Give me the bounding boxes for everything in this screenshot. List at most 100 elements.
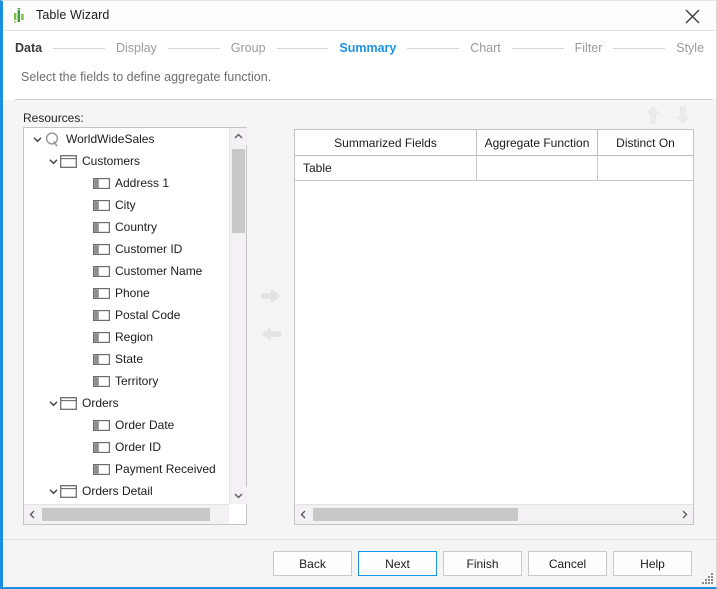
arrow-up-icon bbox=[644, 105, 662, 130]
step-connector bbox=[407, 47, 460, 49]
add-field-button[interactable] bbox=[259, 286, 283, 310]
tree-node-label: Customer ID bbox=[115, 242, 183, 256]
tree-node[interactable]: Order Date bbox=[24, 414, 230, 436]
tree-vertical-scroll-thumb[interactable] bbox=[232, 149, 245, 233]
step-connector bbox=[276, 47, 329, 49]
scroll-right-icon[interactable] bbox=[676, 505, 693, 524]
tree-node[interactable]: Address 1 bbox=[24, 172, 230, 194]
step-style[interactable]: Style bbox=[676, 41, 704, 55]
cell-distinct-on[interactable] bbox=[598, 156, 693, 181]
step-summary[interactable]: Summary bbox=[339, 41, 396, 55]
chevron-down-icon[interactable] bbox=[46, 150, 60, 172]
column-icon bbox=[93, 177, 110, 189]
grid-horizontal-scroll-thumb[interactable] bbox=[313, 508, 518, 521]
tree-node-label: Country bbox=[115, 220, 158, 234]
summary-grid-header: Summarized Fields Aggregate Function Dis… bbox=[295, 130, 693, 156]
back-button[interactable]: Back bbox=[273, 551, 352, 576]
tree-node[interactable]: Customer ID bbox=[24, 238, 230, 260]
arrow-down-icon bbox=[674, 105, 692, 130]
chevron-down-icon[interactable] bbox=[46, 392, 60, 414]
summary-grid-body[interactable]: Table bbox=[295, 156, 693, 504]
resources-label: Resources: bbox=[23, 111, 84, 125]
step-connector bbox=[53, 47, 105, 49]
tree-node-label: Payment Received bbox=[115, 462, 216, 476]
page-subtitle: Select the fields to define aggregate fu… bbox=[21, 70, 272, 84]
tree-node[interactable]: Payment Received bbox=[24, 458, 230, 480]
table-icon bbox=[60, 154, 77, 168]
next-button[interactable]: Next bbox=[358, 551, 437, 576]
resources-tree[interactable]: WorldWideSales Customers Address 1 City Coun… bbox=[24, 128, 230, 504]
resize-grip-icon[interactable] bbox=[700, 571, 714, 585]
tree-node[interactable]: Phone bbox=[24, 282, 230, 304]
tree-node[interactable]: Customer Name bbox=[24, 260, 230, 282]
tree-node-label: Territory bbox=[115, 374, 159, 388]
tree-node-label: Orders Detail bbox=[82, 484, 153, 498]
tree-node-label: Order Date bbox=[115, 418, 175, 432]
tree-node[interactable]: Orders Detail bbox=[24, 480, 230, 502]
tree-node[interactable]: State bbox=[24, 348, 230, 370]
chevron-down-icon[interactable] bbox=[30, 128, 44, 150]
cancel-button[interactable]: Cancel bbox=[528, 551, 607, 576]
scroll-up-icon[interactable] bbox=[230, 128, 247, 145]
tree-node[interactable]: Region bbox=[24, 326, 230, 348]
table-icon bbox=[60, 484, 77, 498]
chart-bars-icon bbox=[13, 8, 31, 24]
column-icon bbox=[93, 463, 110, 475]
table-row[interactable]: Table bbox=[295, 156, 693, 181]
column-icon bbox=[93, 265, 110, 277]
tree-node[interactable]: Order ID bbox=[24, 436, 230, 458]
chevron-down-icon[interactable] bbox=[46, 480, 60, 502]
tree-node-label: City bbox=[115, 198, 136, 212]
tree-horizontal-scrollbar[interactable] bbox=[24, 504, 246, 524]
column-icon bbox=[93, 419, 110, 431]
scrollbar-corner bbox=[229, 504, 246, 524]
step-filter[interactable]: Filter bbox=[575, 41, 603, 55]
column-icon bbox=[93, 243, 110, 255]
arrow-right-icon bbox=[260, 287, 282, 310]
tree-node[interactable]: Orders bbox=[24, 392, 230, 414]
tree-node-label: Region bbox=[115, 330, 154, 344]
tree-node-label: Orders bbox=[82, 396, 119, 410]
help-button[interactable]: Help bbox=[613, 551, 692, 576]
step-chart[interactable]: Chart bbox=[470, 41, 501, 55]
tree-node[interactable]: Territory bbox=[24, 370, 230, 392]
summary-grid-panel: Summarized Fields Aggregate Function Dis… bbox=[294, 129, 694, 525]
column-header-distinct-on[interactable]: Distinct On bbox=[598, 130, 693, 155]
scroll-left-icon[interactable] bbox=[295, 505, 312, 524]
tree-node-label: Order ID bbox=[115, 440, 162, 454]
tree-node-label: Address 1 bbox=[115, 176, 170, 190]
step-connector bbox=[613, 47, 666, 49]
finish-button[interactable]: Finish bbox=[443, 551, 522, 576]
column-icon bbox=[93, 441, 110, 453]
column-icon bbox=[93, 309, 110, 321]
column-header-aggregate-function[interactable]: Aggregate Function bbox=[477, 130, 598, 155]
scroll-left-icon[interactable] bbox=[24, 505, 41, 524]
tree-node[interactable]: Customers bbox=[24, 150, 230, 172]
column-header-summarized-fields[interactable]: Summarized Fields bbox=[295, 130, 477, 155]
step-connector bbox=[167, 47, 220, 49]
step-data[interactable]: Data bbox=[15, 41, 42, 55]
grid-horizontal-scrollbar[interactable] bbox=[295, 504, 693, 524]
tree-node[interactable]: WorldWideSales bbox=[24, 128, 230, 150]
tree-horizontal-scroll-thumb[interactable] bbox=[42, 508, 210, 521]
table-icon bbox=[60, 396, 77, 410]
scroll-down-icon[interactable] bbox=[230, 487, 247, 504]
tree-vertical-scrollbar[interactable] bbox=[229, 128, 247, 504]
step-display[interactable]: Display bbox=[116, 41, 157, 55]
arrow-left-icon bbox=[260, 325, 282, 348]
table-wizard-dialog: Table Wizard Data Display Group Summary … bbox=[0, 0, 717, 589]
close-icon[interactable] bbox=[672, 1, 712, 31]
step-group[interactable]: Group bbox=[231, 41, 266, 55]
remove-field-button[interactable] bbox=[259, 324, 283, 348]
move-up-button[interactable] bbox=[642, 105, 664, 130]
step-connector bbox=[511, 47, 564, 49]
tree-node[interactable]: City bbox=[24, 194, 230, 216]
cell-aggregate-function[interactable] bbox=[477, 156, 598, 181]
tree-node[interactable]: Country bbox=[24, 216, 230, 238]
dialog-footer: Back Next Finish Cancel Help bbox=[3, 539, 716, 587]
tree-node-label: Customer Name bbox=[115, 264, 203, 278]
move-down-button[interactable] bbox=[672, 105, 694, 130]
tree-node[interactable]: Postal Code bbox=[24, 304, 230, 326]
tree-node-label: State bbox=[115, 352, 144, 366]
cell-summarized-field[interactable]: Table bbox=[295, 156, 477, 181]
